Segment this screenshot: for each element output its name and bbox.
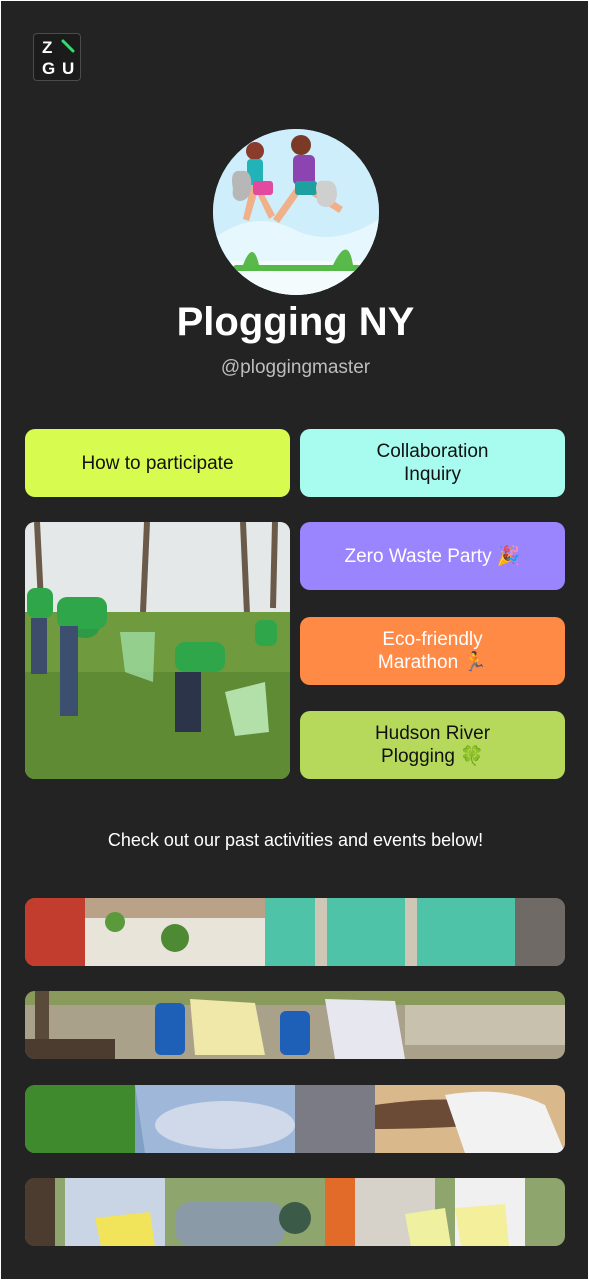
eco-friendly-marathon-label: Eco-friendly Marathon 🏃 (377, 629, 488, 673)
profile-name: Plogging NY (176, 300, 415, 344)
how-to-participate-button[interactable]: How to participate (25, 429, 290, 497)
profile-handle: @ploggingmaster (220, 357, 371, 378)
collaboration-inquiry-label: Collaboration Inquiry (376, 441, 489, 485)
logo-slash-icon (61, 39, 75, 53)
zgu-logo[interactable]: Z G U (33, 33, 81, 81)
past-activity-banner-4[interactable] (25, 1178, 565, 1246)
featured-photo[interactable] (25, 522, 290, 779)
zero-waste-party-button[interactable]: Zero Waste Party 🎉 (300, 522, 565, 590)
profile-avatar (213, 129, 379, 295)
eco-friendly-marathon-button[interactable]: Eco-friendly Marathon 🏃 (300, 617, 565, 685)
logo-letter-g: G (42, 59, 56, 78)
logo-letter-u: U (62, 59, 75, 78)
past-activity-banner-3[interactable] (25, 1085, 565, 1153)
how-to-participate-label: How to participate (81, 452, 234, 474)
zero-waste-party-label: Zero Waste Party 🎉 (344, 545, 521, 567)
hudson-river-plogging-button[interactable]: Hudson River Plogging 🍀 (300, 711, 565, 779)
collaboration-inquiry-button[interactable]: Collaboration Inquiry (300, 429, 565, 497)
hudson-river-plogging-label: Hudson River Plogging 🍀 (374, 723, 491, 767)
past-activity-banner-1[interactable] (25, 898, 565, 966)
past-activities-caption: Check out our past activities and events… (107, 830, 484, 850)
profile-page: Z G U Plogging NY @ploggingmaster How to… (1, 1, 588, 1279)
past-activity-banner-2[interactable] (25, 991, 565, 1059)
logo-letter-z: Z (42, 38, 53, 57)
